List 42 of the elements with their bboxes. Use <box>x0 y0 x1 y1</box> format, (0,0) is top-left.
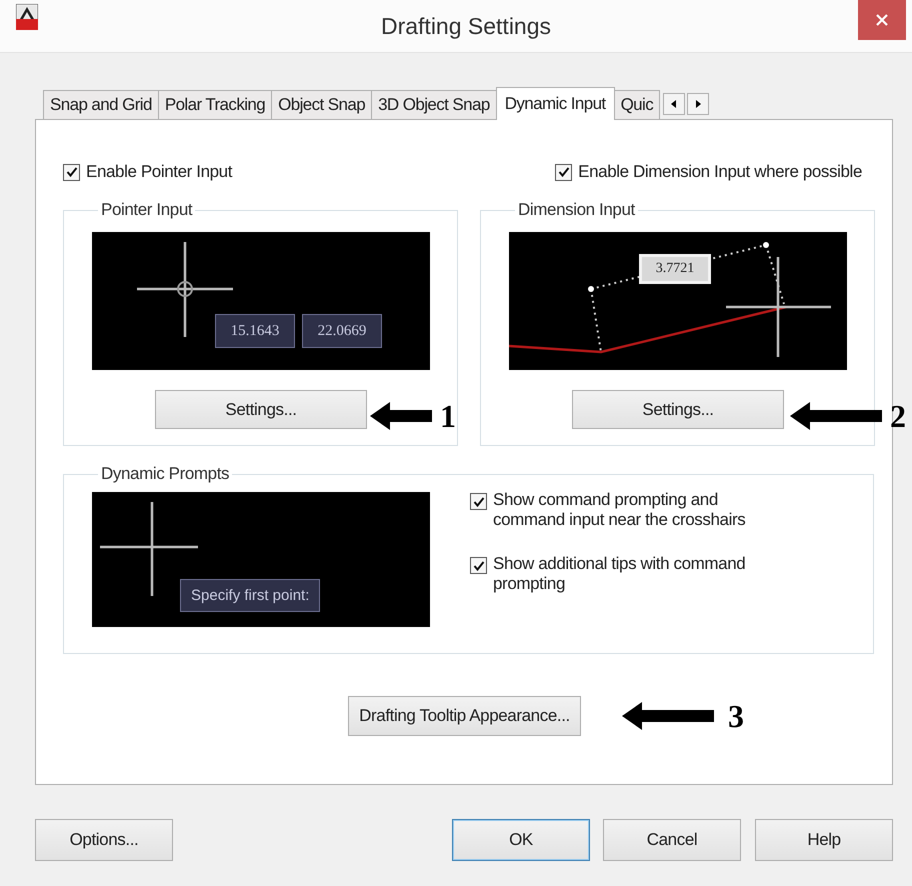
dialog-button[interactable]: OK <box>452 819 590 861</box>
checkbox-label: Enable Dimension Input where possible <box>578 162 862 182</box>
tab[interactable]: 3D Object Snap <box>371 90 497 119</box>
scroll-right-button[interactable] <box>687 93 710 115</box>
checkbox[interactable] <box>470 493 487 510</box>
dimension-tooltip: 3.7721 <box>639 254 711 284</box>
tooltip-appearance-button[interactable]: Drafting Tooltip Appearance... <box>348 696 581 736</box>
checkbox-label: Enable Pointer Input <box>86 162 232 182</box>
tab[interactable]: Polar Tracking <box>158 90 272 119</box>
coordinate-tooltip: 22.0669 <box>302 314 382 348</box>
checkbox[interactable] <box>470 557 487 574</box>
settings-button[interactable]: Settings... <box>155 390 367 429</box>
close-icon <box>875 13 889 27</box>
group-title: Dynamic Prompts <box>100 464 230 484</box>
scroll-left-button[interactable] <box>663 93 686 115</box>
dialog-button[interactable]: Help <box>755 819 893 861</box>
annotation-number: 1 <box>440 400 456 432</box>
annotation-number: 3 <box>728 700 744 732</box>
settings-button[interactable]: Settings... <box>572 390 784 429</box>
coordinate-tooltip: 15.1643 <box>215 314 295 348</box>
tab[interactable]: Quic <box>614 90 660 119</box>
arrow-icon <box>790 402 882 430</box>
app-icon <box>16 4 38 30</box>
checkbox-label: Show additional tips with command prompting <box>493 554 746 594</box>
group-title: Pointer Input <box>100 200 194 220</box>
tab[interactable]: Object Snap <box>271 90 372 119</box>
window-title: Drafting Settings <box>380 12 552 40</box>
checkbox-label: Show command prompting and command input near the crosshairs <box>493 490 746 530</box>
group-title: Dimension Input <box>517 200 636 220</box>
checkbox[interactable] <box>555 164 572 180</box>
annotation-number: 2 <box>890 400 906 432</box>
tab[interactable]: Snap and Grid <box>43 90 159 119</box>
tab[interactable]: Dynamic Input <box>496 87 615 120</box>
close-button[interactable] <box>858 0 906 40</box>
left-arrow-icon <box>671 100 678 108</box>
arrow-icon <box>370 402 432 430</box>
right-arrow-icon <box>695 100 702 108</box>
dialog-button[interactable]: Options... <box>35 819 173 861</box>
dialog-button[interactable]: Cancel <box>603 819 741 861</box>
checkbox[interactable] <box>63 164 80 180</box>
arrow-icon <box>622 702 714 730</box>
prompt-tooltip: Specify first point: <box>180 579 320 612</box>
